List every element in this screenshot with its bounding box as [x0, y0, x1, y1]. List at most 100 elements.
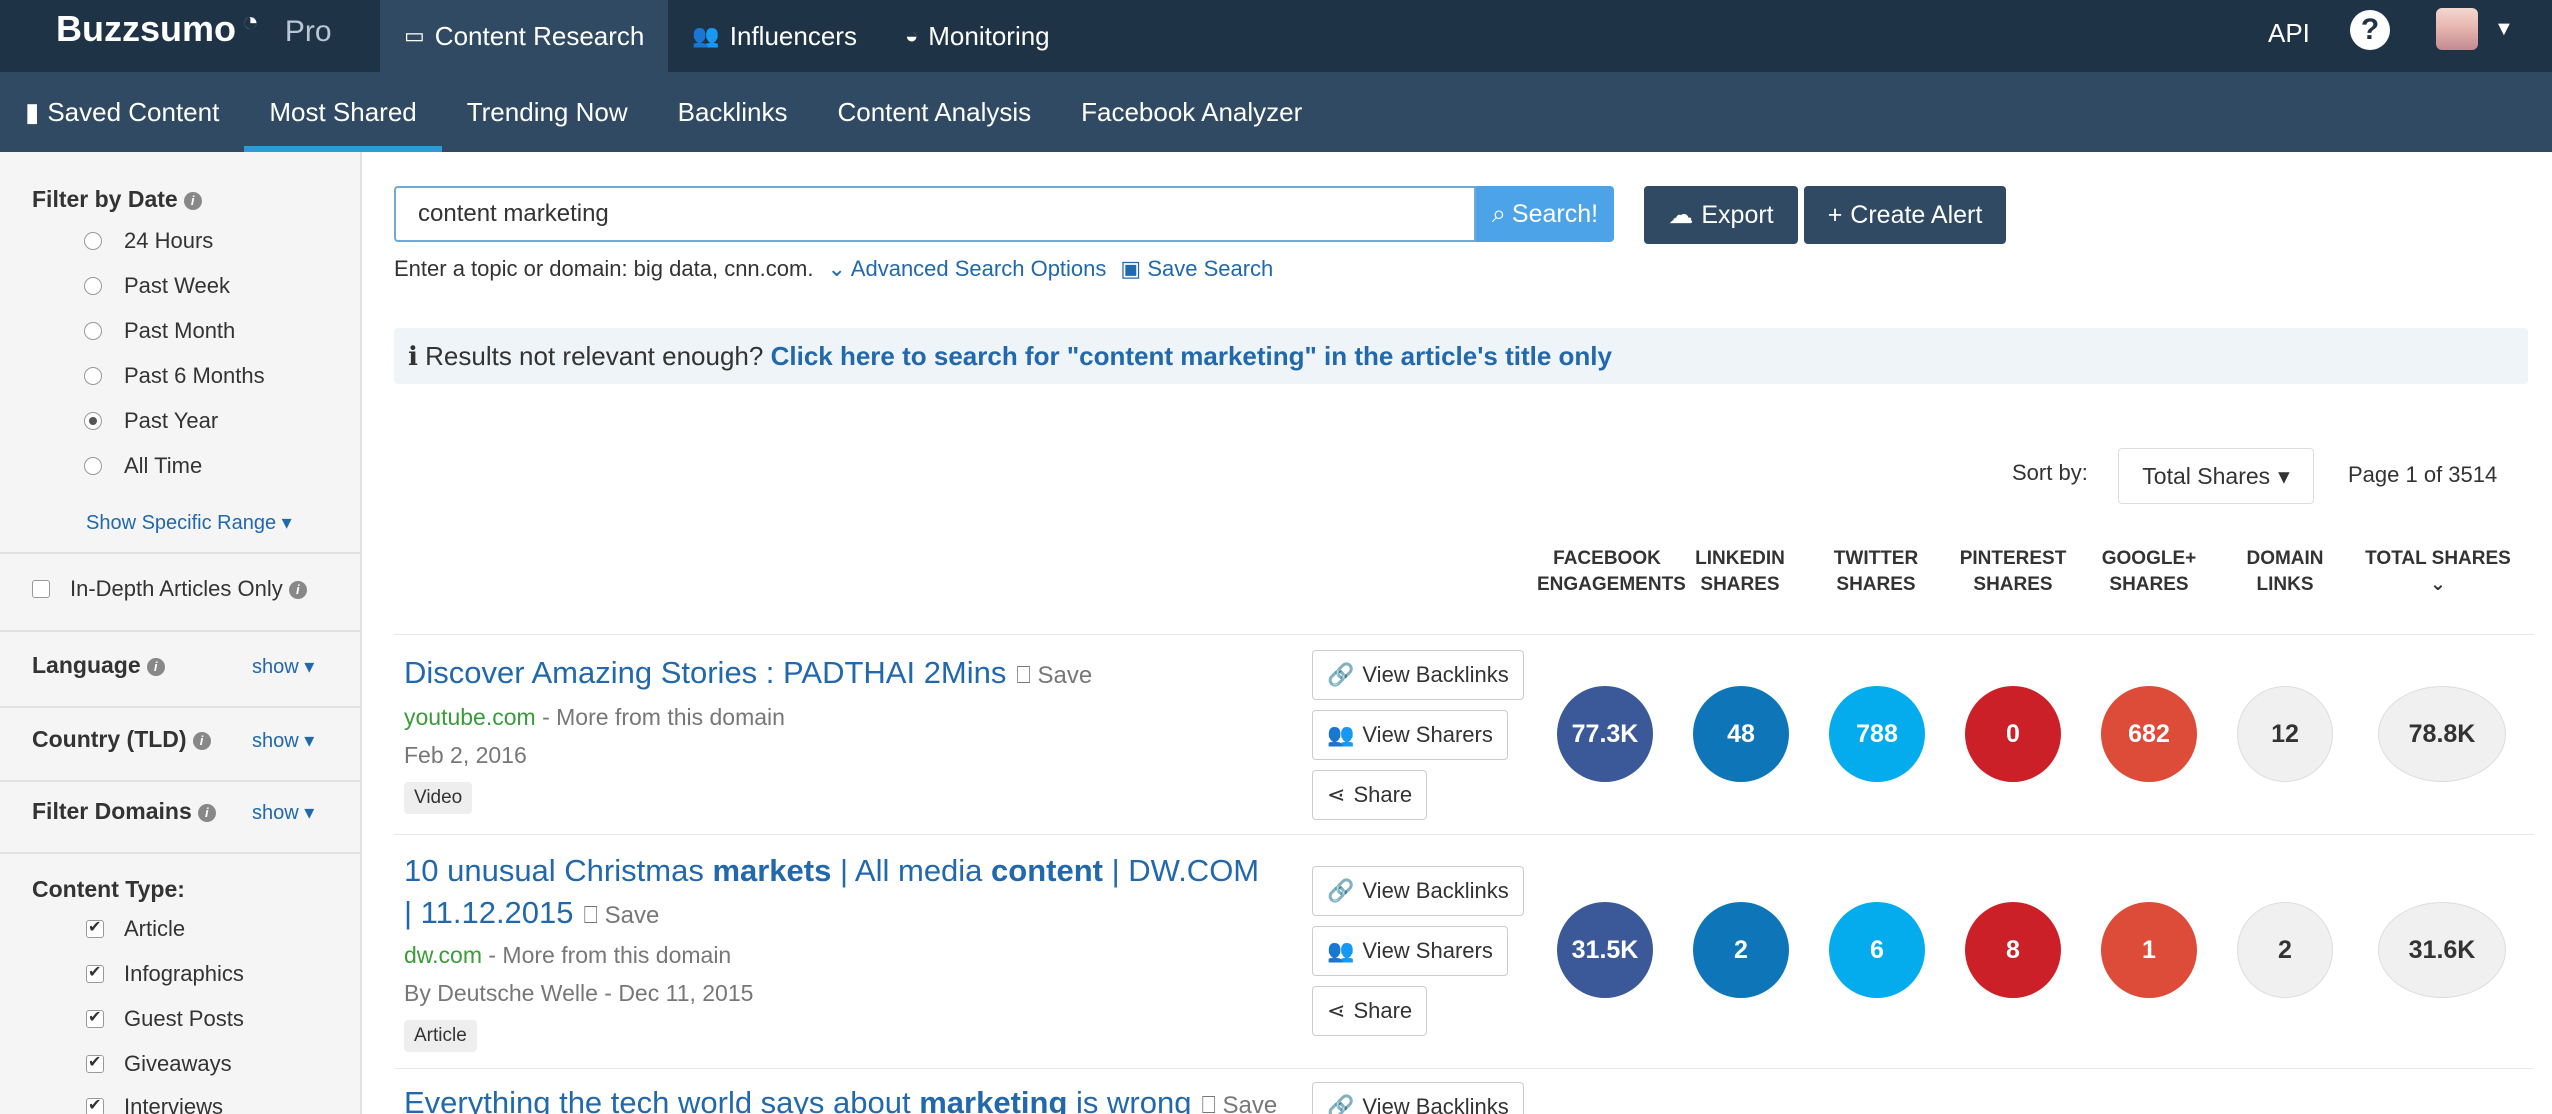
domains-show-link[interactable]: show ▾ [252, 800, 314, 825]
info-icon[interactable]: i [197, 803, 216, 822]
export-button[interactable]: ☁ Export [1644, 186, 1798, 244]
date-option-all[interactable]: All Time [84, 453, 202, 479]
tab-facebook-analyzer[interactable]: Facebook Analyzer [1056, 72, 1327, 152]
date-option-month[interactable]: Past Month [84, 318, 235, 344]
radio-label: Past Year [124, 408, 219, 433]
tab-content-analysis[interactable]: Content Analysis [812, 72, 1056, 152]
domain-links-count[interactable]: 12 [2237, 686, 2333, 782]
chevron-down-icon[interactable]: ▼ [2494, 18, 2514, 41]
info-icon[interactable]: i [288, 581, 307, 600]
checkbox-checked[interactable] [86, 1007, 104, 1028]
api-link[interactable]: API [2268, 18, 2310, 49]
tab-backlinks[interactable]: Backlinks [653, 72, 813, 152]
view-sharers-button[interactable]: 👥 View Sharers [1312, 926, 1508, 976]
checkbox-checked[interactable] [86, 1095, 104, 1114]
col-linkedin[interactable]: LINKEDIN SHARES [1670, 546, 1810, 598]
title-part: | 11.12.2015 [404, 895, 574, 930]
article-title-2[interactable]: 10 unusual Christmas markets | All media… [404, 850, 1304, 937]
search-button[interactable]: ⌕ Search! [1476, 186, 1614, 242]
article-title-3[interactable]: Everything the tech world says about mar… [404, 1082, 1277, 1114]
show-range-link[interactable]: Show Specific Range ▾ [86, 510, 292, 535]
country-show-link[interactable]: show ▾ [252, 728, 314, 753]
radio-button[interactable] [84, 232, 102, 250]
link-icon: 🔗 [1327, 662, 1355, 687]
radio-button[interactable] [84, 457, 102, 475]
in-depth-toggle[interactable]: In-Depth Articles Only i [32, 576, 307, 602]
row-divider [394, 834, 2534, 835]
title-part: | All media [831, 853, 992, 888]
date-option-6months[interactable]: Past 6 Months [84, 363, 265, 389]
topnav-influencers[interactable]: 👥 Influencers [668, 0, 881, 72]
create-alert-button[interactable]: + Create Alert [1804, 186, 2006, 244]
action-label: Share [1353, 998, 1413, 1023]
article-title-text[interactable]: Discover Amazing Stories : PADTHAI 2Mins [404, 655, 1006, 690]
article-title-text[interactable]: Everything the tech world says about mar… [404, 1085, 1191, 1114]
date-option-year[interactable]: Past Year [84, 408, 218, 434]
domain-links-count[interactable]: 2 [2237, 902, 2333, 998]
radio-button-selected[interactable] [84, 412, 102, 430]
info-icon[interactable]: i [192, 731, 211, 750]
content-type-infographics[interactable]: Infographics [86, 961, 244, 987]
col-twitter[interactable]: TWITTER SHARES [1806, 546, 1946, 598]
content-type-guest-posts[interactable]: Guest Posts [86, 1006, 244, 1032]
radio-button[interactable] [84, 277, 102, 295]
date-option-week[interactable]: Past Week [84, 273, 230, 299]
date-option-24h[interactable]: 24 Hours [84, 228, 213, 254]
view-backlinks-button[interactable]: 🔗 View Backlinks [1312, 650, 1524, 700]
topnav-monitoring[interactable]: ◒ Monitoring [881, 0, 1074, 72]
logo[interactable]: Buzzsumo ◔ Pro [56, 6, 332, 50]
save-search-link[interactable]: ▣ Save Search [1120, 256, 1273, 282]
topnav-content-research[interactable]: ▭ Content Research [380, 0, 669, 72]
save-article[interactable]: ⎕ Save [1016, 662, 1092, 689]
tab-most-shared[interactable]: Most Shared [244, 72, 443, 152]
total-shares-count: 31.6K [2378, 902, 2506, 998]
bookmark-icon: ▮ [25, 96, 40, 127]
article-domain-1: youtube.com - More from this domain [404, 704, 785, 731]
more-from-domain[interactable]: - More from this domain [542, 704, 785, 730]
linkedin-count: 48 [1693, 686, 1789, 782]
tab-saved-content[interactable]: ▮ Saved Content [0, 72, 244, 152]
help-icon[interactable]: ? [2350, 10, 2390, 50]
share-button[interactable]: ⋖ Share [1312, 986, 1428, 1036]
radio-button[interactable] [84, 322, 102, 340]
checkbox-checked[interactable] [86, 962, 104, 983]
col-total-shares[interactable]: TOTAL SHARES ⌄ [2358, 546, 2518, 598]
info-icon[interactable]: i [183, 191, 202, 210]
content-type-giveaways[interactable]: Giveaways [86, 1051, 232, 1077]
radio-button[interactable] [84, 367, 102, 385]
sort-select[interactable]: Total Shares ▾ [2118, 448, 2314, 504]
title-part: | DW.COM [1102, 853, 1260, 888]
more-from-domain[interactable]: - More from this domain [488, 942, 731, 968]
save-article[interactable]: ⎕ Save [584, 902, 660, 929]
col-domain-links[interactable]: DOMAIN LINKS [2215, 546, 2355, 598]
sidebar: Filter by Date i 24 Hours Past Week Past … [0, 152, 362, 1114]
save-article[interactable]: ⎕ Save [1201, 1092, 1277, 1114]
checkbox-checked[interactable] [86, 917, 104, 938]
col-google[interactable]: GOOGLE+ SHARES [2079, 546, 2219, 598]
domain-link[interactable]: dw.com [404, 942, 482, 968]
search-input[interactable]: content marketing [394, 186, 1476, 242]
tab-trending-now[interactable]: Trending Now [442, 72, 653, 152]
domain-link[interactable]: youtube.com [404, 704, 536, 730]
title-search-link[interactable]: Click here to search for "content market… [771, 341, 1612, 371]
info-icon[interactable]: i [146, 657, 165, 676]
view-sharers-button[interactable]: 👥 View Sharers [1312, 710, 1508, 760]
checkbox-label: Interviews [124, 1094, 224, 1114]
info-icon: ℹ [408, 341, 418, 371]
view-backlinks-button[interactable]: 🔗 View Backlinks [1312, 866, 1524, 916]
checkbox[interactable] [32, 580, 50, 598]
language-show-link[interactable]: show ▾ [252, 654, 314, 679]
content-type-interviews[interactable]: Interviews [86, 1094, 223, 1114]
avatar[interactable] [2436, 8, 2478, 50]
users-icon: 👥 [1327, 938, 1355, 963]
article-title-text[interactable]: 10 unusual Christmas markets | All media… [404, 853, 1259, 930]
share-button[interactable]: ⋖ Share [1312, 770, 1428, 820]
view-backlinks-button[interactable]: 🔗 View Backlinks [1312, 1082, 1524, 1114]
advanced-search-link[interactable]: ⌄ Advanced Search Options [827, 256, 1106, 282]
topnav-label: Content Research [434, 20, 645, 51]
article-title-1[interactable]: Discover Amazing Stories : PADTHAI 2Mins… [404, 652, 1092, 697]
content-type-article[interactable]: Article [86, 916, 185, 942]
col-facebook[interactable]: FACEBOOK ENGAGEMENTS [1537, 546, 1686, 598]
checkbox-checked[interactable] [86, 1052, 104, 1073]
col-pinterest[interactable]: PINTEREST SHARES [1943, 546, 2083, 598]
